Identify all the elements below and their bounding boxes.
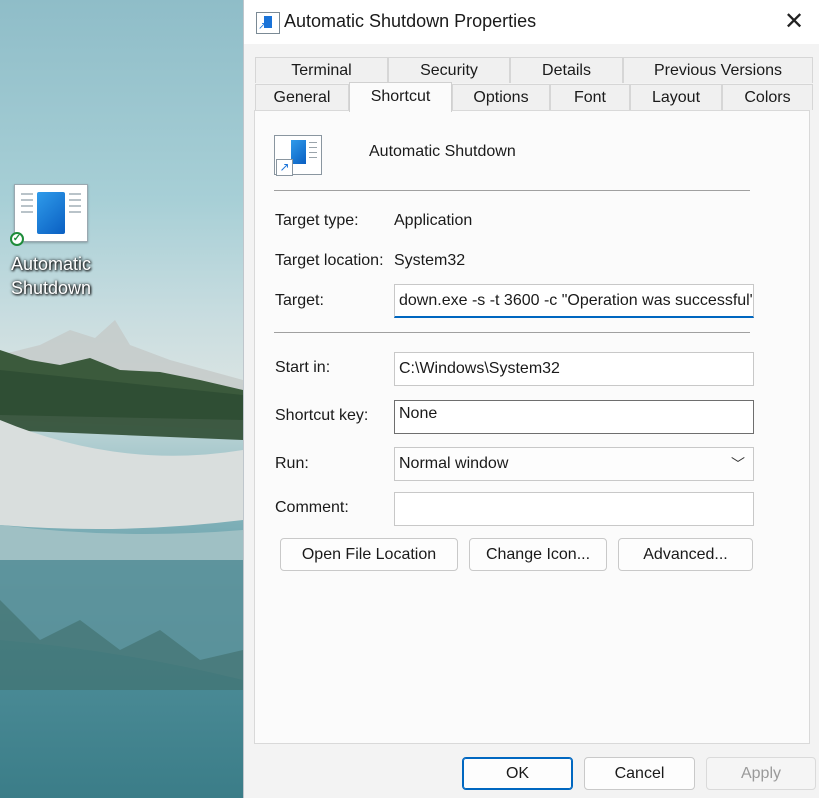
target-input[interactable]: down.exe -s -t 3600 -c "Operation was su… [394, 284, 754, 318]
tab-general[interactable]: General [255, 84, 349, 110]
divider [274, 190, 750, 191]
shortcut-key-input[interactable]: None [394, 400, 754, 434]
start-in-label: Start in: [275, 359, 331, 376]
comment-input[interactable] [394, 492, 754, 526]
app-icon [14, 184, 88, 242]
target-type-value: Application [394, 212, 473, 229]
ok-button[interactable]: OK [462, 757, 573, 790]
dialog-title: Automatic Shutdown Properties [284, 11, 537, 31]
advanced-button[interactable]: Advanced... [618, 538, 753, 571]
desktop-icon-label: Automatic Shutdown [10, 254, 92, 298]
tab-details[interactable]: Details [510, 57, 623, 83]
shortcut-name: Automatic Shutdown [369, 143, 516, 160]
cancel-button[interactable]: Cancel [584, 757, 695, 790]
shortcut-large-icon: ↗ [274, 135, 322, 176]
tab-options[interactable]: Options [452, 84, 550, 110]
desktop-shortcut-automatic-shutdown[interactable]: ✓ Automatic Shutdown [6, 184, 96, 300]
properties-dialog: ↗ Automatic Shutdown Properties ✕ Termin… [243, 0, 819, 798]
divider [274, 332, 750, 333]
shortcut-app-icon: ↗ [256, 12, 280, 34]
tab-layout[interactable]: Layout [630, 84, 722, 110]
open-file-location-button[interactable]: Open File Location [280, 538, 458, 571]
target-type-label: Target type: [275, 212, 359, 229]
target-location-value: System32 [394, 252, 466, 269]
start-in-input[interactable]: C:\Windows\System32 [394, 352, 754, 386]
shortcut-key-label: Shortcut key: [275, 407, 369, 424]
run-select[interactable]: Normal window ﹀ [394, 447, 754, 481]
tab-previous-versions[interactable]: Previous Versions [623, 57, 813, 83]
change-icon-button[interactable]: Change Icon... [469, 538, 607, 571]
apply-button[interactable]: Apply [706, 757, 816, 790]
tab-font[interactable]: Font [550, 84, 630, 110]
run-select-value: Normal window [399, 455, 509, 472]
comment-label: Comment: [275, 499, 349, 516]
chevron-down-icon: ﹀ [731, 456, 745, 472]
run-label: Run: [275, 455, 309, 472]
target-label: Target: [275, 292, 324, 309]
tab-terminal[interactable]: Terminal [255, 57, 388, 83]
target-location-label: Target location: [275, 252, 384, 269]
title-bar: ↗ Automatic Shutdown Properties ✕ [244, 0, 819, 44]
tab-shortcut[interactable]: Shortcut [349, 82, 452, 112]
tab-security[interactable]: Security [388, 57, 510, 83]
shortcut-arrow-icon: ↗ [276, 159, 293, 176]
checkmark-icon: ✓ [10, 232, 24, 246]
tab-colors[interactable]: Colors [722, 84, 813, 110]
close-icon[interactable]: ✕ [776, 6, 812, 38]
landscape-image [0, 320, 243, 690]
